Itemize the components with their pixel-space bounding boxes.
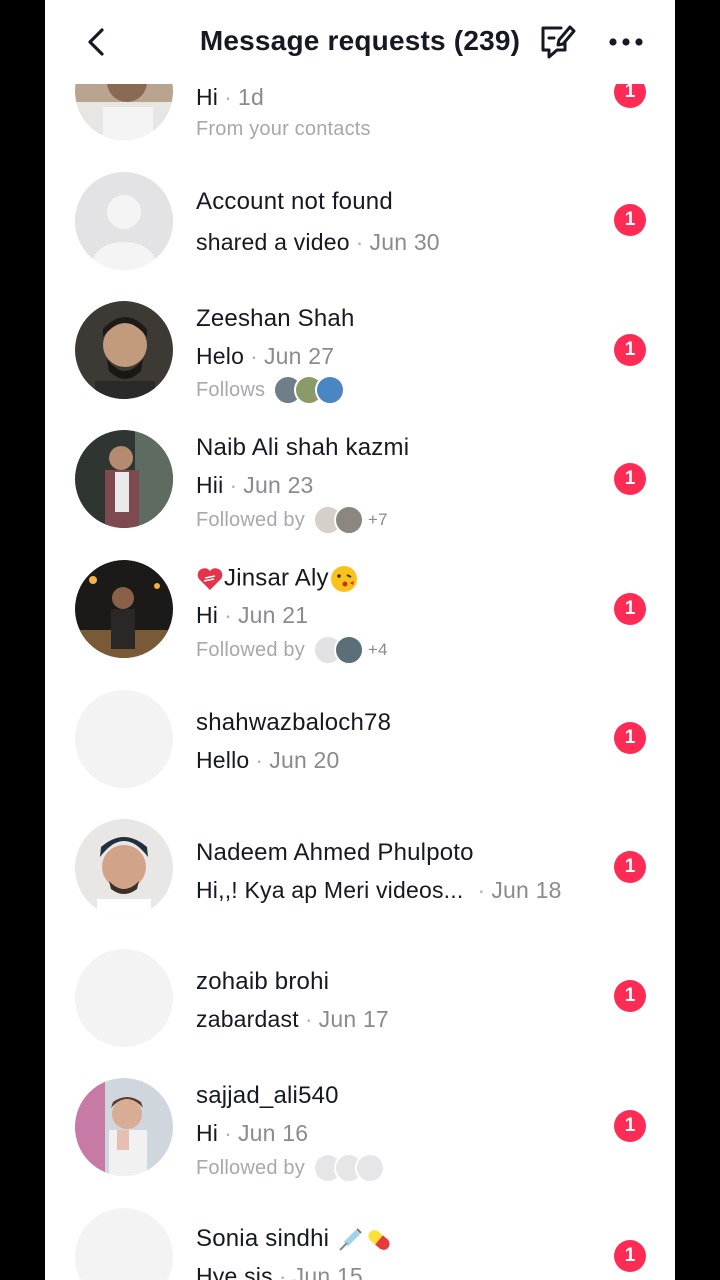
avatar[interactable] bbox=[75, 172, 173, 270]
request-row[interactable]: Nadeem Ahmed Phulpoto Hi,,! Kya ap Meri … bbox=[45, 810, 675, 930]
message-preview: Hye sis · Jun 15 bbox=[196, 1263, 363, 1280]
unread-badge: 1 bbox=[614, 334, 646, 366]
request-list[interactable]: Hi · 1d From your contacts 1 Account not f… bbox=[45, 0, 675, 1280]
request-row[interactable]: Account not found shared a video · Jun 30 … bbox=[45, 160, 675, 280]
contact-note: From your contacts bbox=[196, 118, 371, 140]
message-preview: Hi · Jun 16 bbox=[196, 1120, 309, 1146]
more-horizontal-icon bbox=[609, 38, 643, 46]
unread-badge: 1 bbox=[614, 722, 646, 754]
username: sajjad_ali540 bbox=[196, 1082, 339, 1109]
message-preview: Hi,,! Kya ap Meri videos... · Jun 18 bbox=[196, 877, 562, 903]
avatar[interactable] bbox=[75, 949, 173, 1047]
page-title: Message requests (239) bbox=[199, 25, 521, 56]
message-requests-screen: Hi · 1d From your contacts 1 Account not f… bbox=[45, 0, 675, 1280]
mini-avatar bbox=[333, 635, 364, 665]
mutual-avatars bbox=[312, 505, 364, 535]
syringe-emoji-icon bbox=[339, 1227, 362, 1251]
avatar[interactable] bbox=[75, 690, 173, 788]
message-preview: Helo · Jun 27 bbox=[196, 343, 335, 369]
request-row[interactable]: Jinsar Aly Hi · Jun 21 Followed by +4 1 bbox=[45, 550, 675, 670]
request-row[interactable]: Naib Ali shah kazmi Hii · Jun 23 Followed … bbox=[45, 420, 675, 540]
mini-avatar bbox=[315, 375, 346, 405]
mutual-avatars bbox=[312, 1153, 385, 1183]
mutual-followers: Followed by bbox=[196, 1153, 385, 1183]
more-options-button[interactable] bbox=[607, 28, 647, 56]
mutual-follows: Follows bbox=[196, 375, 346, 405]
unread-badge: 1 bbox=[614, 204, 646, 236]
mutual-followers: Followed by +7 bbox=[196, 505, 388, 535]
message-preview: Hi · Jun 21 bbox=[196, 602, 309, 628]
message-preview: zabardast · Jun 17 bbox=[196, 1006, 389, 1032]
username: zohaib brohi bbox=[196, 968, 330, 995]
mini-avatar bbox=[354, 1153, 385, 1183]
avatar[interactable] bbox=[75, 560, 173, 658]
username: Jinsar Aly bbox=[196, 564, 359, 594]
top-bar: Message requests (239) bbox=[45, 0, 675, 84]
message-preview: shared a video · Jun 30 bbox=[196, 229, 440, 255]
kissing-face-emoji-icon bbox=[330, 566, 357, 592]
unread-badge: 1 bbox=[614, 1240, 646, 1272]
compose-button[interactable] bbox=[535, 20, 579, 64]
mini-avatar bbox=[333, 505, 364, 535]
unread-badge: 1 bbox=[614, 463, 646, 495]
unread-badge: 1 bbox=[614, 980, 646, 1012]
avatar[interactable] bbox=[75, 819, 173, 917]
username: Nadeem Ahmed Phulpoto bbox=[196, 839, 474, 866]
more-count: +4 bbox=[367, 640, 388, 659]
username: Zeeshan Shah bbox=[196, 305, 355, 332]
more-count: +7 bbox=[367, 510, 388, 529]
message-preview: Hii · Jun 23 bbox=[196, 472, 314, 498]
mutual-followers: Followed by +4 bbox=[196, 635, 388, 665]
default-avatar-icon bbox=[75, 172, 173, 270]
unread-badge: 1 bbox=[614, 851, 646, 883]
request-row[interactable]: sajjad_ali540 Hi · Jun 16 Followed by 1 bbox=[45, 1070, 675, 1190]
username: shahwazbaloch78 bbox=[196, 709, 392, 736]
message-preview: Hi · 1d bbox=[196, 84, 264, 110]
unread-badge: 1 bbox=[614, 593, 646, 625]
avatar[interactable] bbox=[75, 1208, 173, 1280]
request-row[interactable]: Zeeshan Shah Helo · Jun 27 Follows 1 bbox=[45, 290, 675, 410]
heart-emoji-icon bbox=[197, 568, 223, 590]
avatar[interactable] bbox=[75, 430, 173, 528]
username: Naib Ali shah kazmi bbox=[196, 434, 410, 461]
mutual-avatars bbox=[273, 375, 346, 405]
avatar[interactable] bbox=[75, 301, 173, 399]
request-row[interactable]: Sonia sindhi Hye sis · Jun 15 1 bbox=[45, 1200, 675, 1280]
username: Sonia sindhi bbox=[196, 1225, 394, 1254]
request-row[interactable]: zohaib brohi zabardast · Jun 17 1 bbox=[45, 940, 675, 1060]
message-preview: Hello · Jun 20 bbox=[196, 747, 340, 773]
request-row[interactable]: shahwazbaloch78 Hello · Jun 20 1 bbox=[45, 680, 675, 800]
username: Account not found bbox=[196, 188, 393, 215]
chat-bubble-edit-icon bbox=[541, 25, 576, 59]
mutual-avatars bbox=[312, 635, 364, 665]
pill-emoji-icon bbox=[368, 1229, 390, 1250]
unread-badge: 1 bbox=[614, 1110, 646, 1142]
avatar[interactable] bbox=[75, 1078, 173, 1176]
